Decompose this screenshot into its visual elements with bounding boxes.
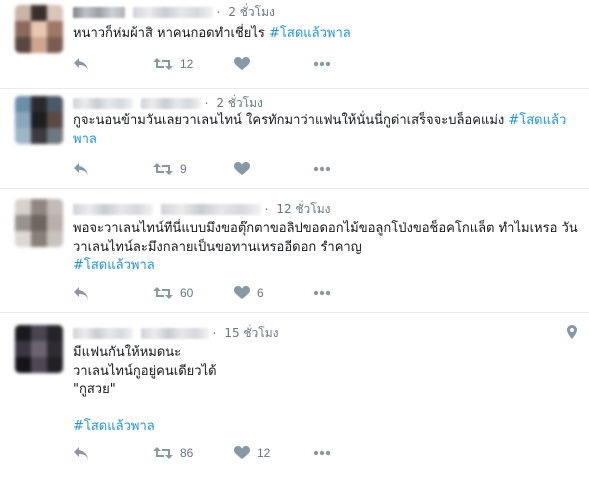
retweet-icon [153,446,173,460]
like-button[interactable] [234,55,257,73]
tweet-timestamp[interactable]: 12 ชั่วโมง [276,202,330,216]
reply-button[interactable] [73,160,89,178]
retweet-icon [153,162,173,176]
like-count: 12 [257,446,271,460]
avatar[interactable] [15,199,63,247]
author-name-redacted[interactable] [73,328,133,339]
like-icon [234,446,250,460]
hashtag-link[interactable]: #โสดแล้วพาล [73,419,155,434]
retweet-count: 60 [180,286,194,300]
tweet-body: มีแฟนกันให้หมดนะ วาเลนไทน์กูอยู่คนเดียวไ… [73,345,217,397]
reply-button[interactable] [73,284,89,302]
reply-icon [73,446,89,460]
tweet-body: พอจะวาเลนไทน์ทีนี่แบบมึงขอตุ๊กตาขอลิปขอด… [73,221,578,255]
author-name-redacted[interactable] [73,204,153,215]
tweet-body: หนาวก็ห่มผ้าสิ หาคนกอดทำเชี่ยไร [73,26,270,41]
retweet-count: 9 [180,162,187,176]
like-button[interactable] [234,160,257,178]
author-name-redacted[interactable] [73,7,125,18]
tweet[interactable]: · 2 ชั่วโมง กูจะนอนข้ามวันเลยวาเลนไทน์ ใ… [0,89,589,189]
tweet[interactable]: · 15 ชั่วโมง มีแฟนกันให้หมดนะ วาเลนไทน์ก… [0,313,589,478]
retweet-count: 12 [180,57,194,71]
tweet-actions: 9 [73,160,373,178]
tweet-actions: 60 6 [73,284,373,302]
retweet-button[interactable]: 60 [153,284,193,302]
tweet-header: · 15 ชั่วโมง [73,324,279,341]
tweet-header: · 2 ชั่วโมง [73,3,275,20]
more-button[interactable] [313,160,331,178]
more-icon [313,450,331,456]
like-icon [234,57,250,71]
like-icon [234,286,250,300]
tweet-timestamp[interactable]: 2 ชั่วโมง [216,96,263,110]
tweet-timestamp[interactable]: 15 ชั่วโมง [224,326,278,340]
like-button[interactable]: 6 [234,284,264,302]
hashtag-link[interactable]: #โสดแล้วพาล [269,26,351,41]
tweet-text: พอจะวาเลนไทน์ทีนี่แบบมึงขอตุ๊กตาขอลิปขอด… [73,220,578,276]
more-icon [313,61,331,67]
tweet[interactable]: · 2 ชั่วโมง หนาวก็ห่มผ้าสิ หาคนกอดทำเชี่… [0,0,589,89]
retweet-button[interactable]: 12 [153,55,193,73]
avatar[interactable] [15,96,63,144]
tweet-text: มีแฟนกันให้หมดนะ วาเลนไทน์กูอยู่คนเดียวไ… [73,344,578,437]
retweet-count: 86 [180,446,194,460]
tweet-body: กูจะนอนข้ามวันเลยวาเลนไทน์ ใครทักมาว่าแฟ… [73,113,509,128]
reply-icon [73,57,89,71]
more-button[interactable] [313,284,331,302]
tweet[interactable]: · 12 ชั่วโมง พอจะวาเลนไทน์ทีนี่แบบมึงขอต… [0,189,589,313]
tweet-text: หนาวก็ห่มผ้าสิ หาคนกอดทำเชี่ยไร #โสดแล้ว… [73,25,578,44]
tweet-actions: 86 12 [73,444,373,462]
more-icon [313,290,331,296]
author-handle-redacted[interactable] [132,7,213,18]
tweet-feed: · 2 ชั่วโมง หนาวก็ห่มผ้าสิ หาคนกอดทำเชี่… [0,0,589,478]
more-icon [313,166,331,172]
tweet-header: · 2 ชั่วโมง [73,94,263,111]
author-handle-redacted[interactable] [160,204,261,215]
retweet-button[interactable]: 9 [153,160,187,178]
author-handle-redacted[interactable] [140,98,201,109]
retweet-icon [153,286,173,300]
more-button[interactable] [313,55,331,73]
tweet-text: กูจะนอนข้ามวันเลยวาเลนไทน์ ใครทักมาว่าแฟ… [73,112,578,149]
tweet-header: · 12 ชั่วโมง [73,200,331,217]
location-pin-icon[interactable] [567,324,577,343]
like-icon [234,162,250,176]
reply-button[interactable] [73,444,89,462]
reply-button[interactable] [73,55,89,73]
author-handle-redacted[interactable] [140,328,209,339]
avatar[interactable] [15,5,63,53]
retweet-icon [153,57,173,71]
tweet-timestamp[interactable]: 2 ชั่วโมง [228,5,275,19]
retweet-button[interactable]: 86 [153,444,193,462]
hashtag-link[interactable]: #โสดแล้วพาล [73,258,155,273]
author-name-redacted[interactable] [73,98,133,109]
reply-icon [73,162,89,176]
avatar[interactable] [15,325,63,373]
tweet-actions: 12 [73,55,373,73]
reply-icon [73,286,89,300]
like-count: 6 [257,286,264,300]
more-button[interactable] [313,444,331,462]
like-button[interactable]: 12 [234,444,270,462]
